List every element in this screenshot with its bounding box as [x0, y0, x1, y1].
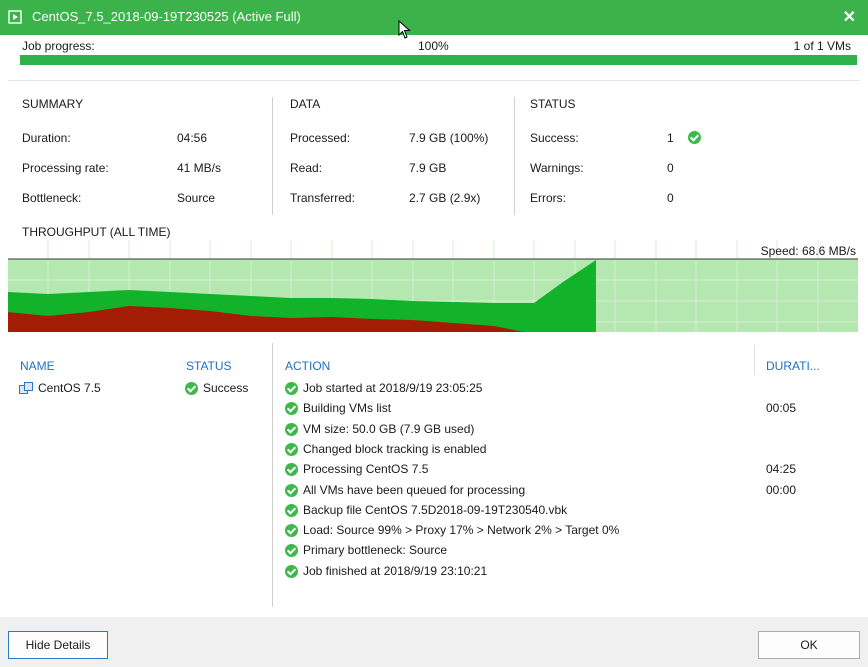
warnings-label: Warnings: [530, 161, 584, 175]
processing-rate-label: Processing rate: [22, 161, 109, 175]
divider [272, 343, 273, 607]
errors-label: Errors: [530, 191, 566, 205]
action-row-text[interactable]: Load: Source 99% > Proxy 17% > Network 2… [303, 523, 619, 537]
action-row-text[interactable]: Backup file CentOS 7.5D2018-09-19T230540… [303, 503, 567, 517]
bottleneck-label: Bottleneck: [22, 191, 82, 205]
button-bar [0, 617, 868, 667]
action-row-text[interactable]: Job finished at 2018/9/19 23:10:21 [303, 564, 487, 578]
divider [8, 80, 860, 81]
title-bar: CentOS_7.5_2018-09-19T230525 (Active Ful… [0, 0, 868, 35]
hide-details-button[interactable]: Hide Details [8, 631, 108, 659]
action-row-text[interactable]: Changed block tracking is enabled [303, 442, 486, 456]
processed-label: Processed: [290, 131, 351, 145]
transferred-label: Transferred: [290, 191, 355, 205]
action-success-check-icon [285, 503, 298, 517]
mouse-cursor-icon [398, 20, 411, 39]
success-check-icon [688, 131, 701, 144]
action-header[interactable]: ACTION [285, 359, 330, 373]
throughput-chart [8, 240, 858, 332]
action-success-check-icon [285, 564, 298, 578]
warnings-value: 0 [667, 161, 674, 175]
action-row-text[interactable]: Processing CentOS 7.5 [303, 462, 428, 476]
job-progress-percent: 100% [418, 39, 449, 53]
vm-status-header[interactable]: STATUS [186, 359, 232, 373]
success-label: Success: [530, 131, 579, 145]
action-row-text[interactable]: Building VMs list [303, 401, 391, 415]
transferred-value: 2.7 GB (2.9x) [409, 191, 481, 205]
success-value: 1 [667, 131, 674, 145]
action-row-duration: 04:25 [766, 462, 797, 477]
close-icon[interactable]: ✕ [843, 7, 856, 27]
action-success-check-icon [285, 402, 298, 416]
action-row-text[interactable]: All VMs have been queued for processing [303, 483, 525, 497]
duration-header[interactable]: DURATI... [766, 359, 820, 373]
vm-name[interactable]: CentOS 7.5 [38, 381, 101, 395]
job-progress-count: 1 of 1 VMs [793, 39, 851, 53]
status-title: STATUS [530, 97, 576, 111]
ok-button[interactable]: OK [758, 631, 860, 659]
duration-value: 04:56 [177, 131, 208, 145]
divider [514, 97, 515, 215]
job-icon [8, 10, 22, 24]
bottleneck-value: Source [177, 191, 216, 205]
action-success-check-icon [285, 463, 298, 477]
window-title: CentOS_7.5_2018-09-19T230525 (Active Ful… [32, 9, 301, 24]
duration-label: Duration: [22, 131, 71, 145]
action-row-text[interactable]: VM size: 50.0 GB (7.9 GB used) [303, 422, 474, 436]
vm-success-check-icon [185, 382, 198, 395]
errors-value: 0 [667, 191, 674, 205]
divider [754, 345, 755, 375]
vm-name-header[interactable]: NAME [20, 359, 55, 373]
vm-icon [19, 382, 33, 394]
throughput-chart-svg [8, 240, 858, 332]
progress-bar-fill [20, 55, 857, 65]
vm-status: Success [203, 381, 249, 395]
speed-label: Speed: 68.6 MB/s [760, 244, 856, 258]
divider [272, 97, 273, 215]
action-success-check-icon [285, 544, 298, 558]
processed-value: 7.9 GB (100%) [409, 131, 489, 145]
job-progress-label: Job progress: [22, 39, 95, 53]
processing-rate-value: 41 MB/s [177, 161, 222, 175]
read-value: 7.9 GB [409, 161, 447, 175]
throughput-title: THROUGHPUT (ALL TIME) [22, 225, 171, 239]
action-success-check-icon [285, 422, 298, 436]
action-success-check-icon [285, 483, 298, 497]
action-row-text[interactable]: Job started at 2018/9/19 23:05:25 [303, 381, 482, 395]
progress-bar [20, 55, 857, 65]
action-row-duration: 00:00 [766, 482, 797, 497]
action-row-text[interactable]: Primary bottleneck: Source [303, 543, 447, 557]
read-label: Read: [290, 161, 323, 175]
action-row-duration: 00:05 [766, 401, 797, 416]
summary-title: SUMMARY [22, 97, 84, 111]
data-title: DATA [290, 97, 321, 111]
action-success-check-icon [285, 524, 298, 538]
action-success-check-icon [285, 382, 298, 395]
action-success-check-icon [285, 442, 298, 456]
